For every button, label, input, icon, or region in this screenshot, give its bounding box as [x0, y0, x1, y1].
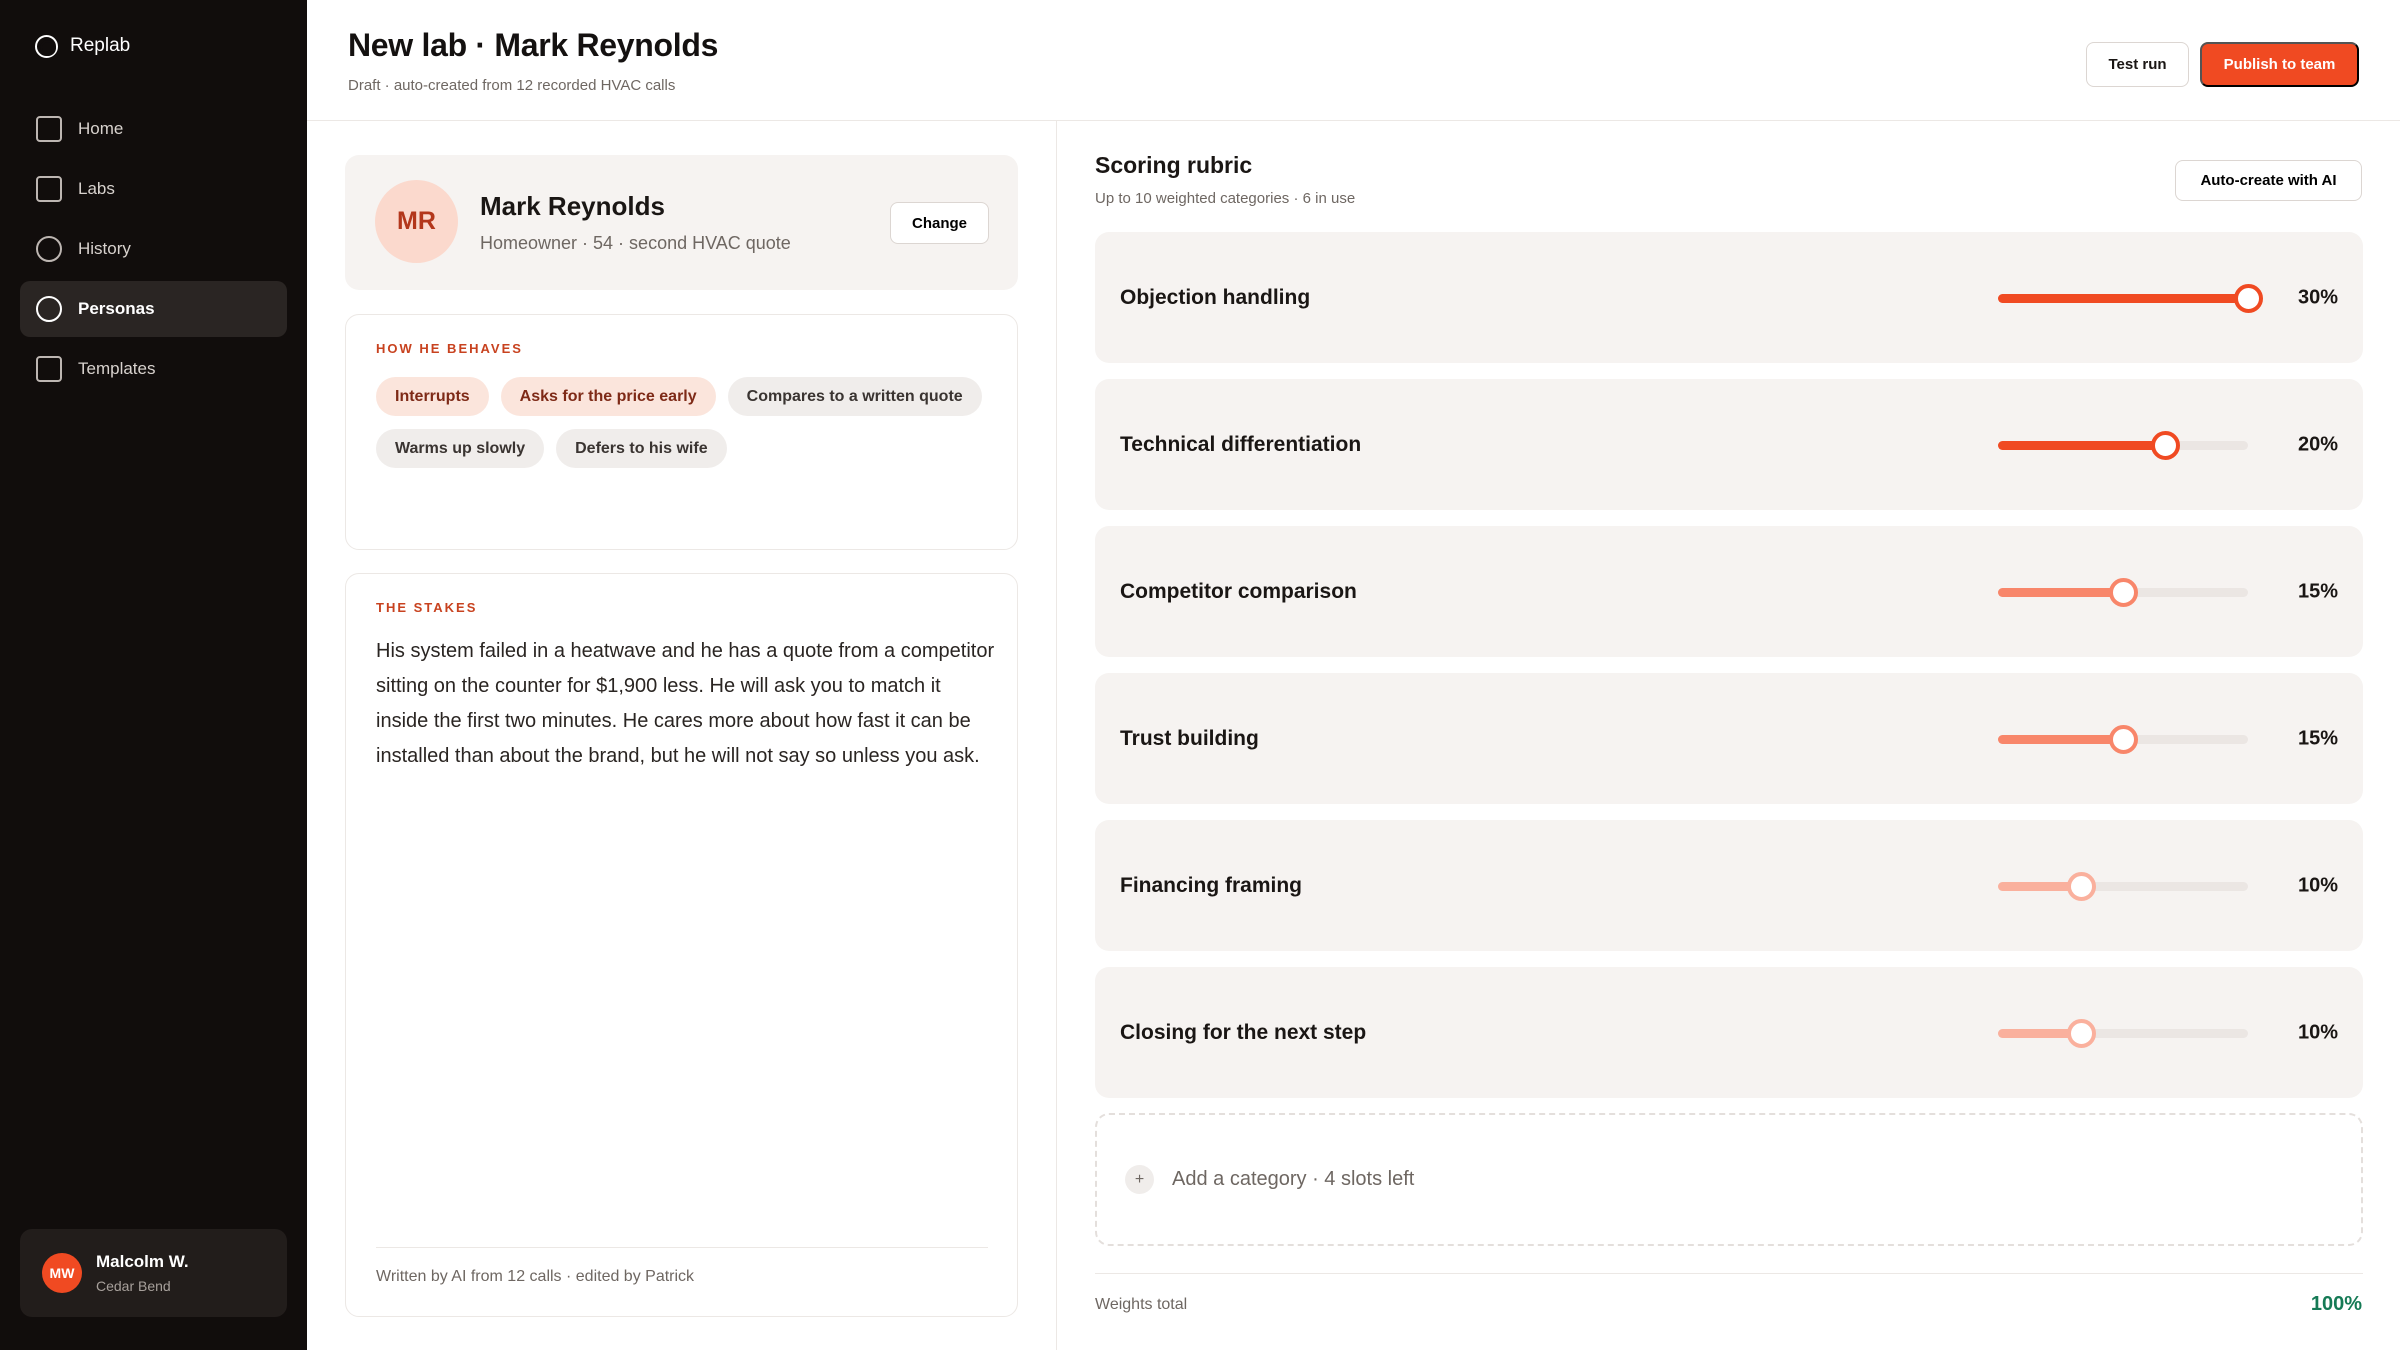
rubric-list: Objection handling 30% Technical different… [1095, 232, 2363, 1114]
plus-icon: + [1125, 1165, 1154, 1194]
persona-card: MR Mark Reynolds Homeowner · 54 · second… [345, 155, 1018, 290]
add-category-label: Add a category · 4 slots left [1172, 1168, 1415, 1190]
stakes-panel: THE STAKES His system failed in a heatwa… [345, 573, 1018, 1317]
weight-slider[interactable] [1998, 578, 2248, 607]
rubric-category-label: Financing framing [1120, 873, 1303, 897]
rubric-category-label: Closing for the next step [1120, 1020, 1367, 1044]
weight-slider-handle[interactable] [2067, 1019, 2097, 1048]
weights-total-value: 100% [2310, 1293, 2362, 1315]
sidebar: Replab Home Labs History Personas Templa… [0, 0, 307, 1350]
publish-button[interactable]: Publish to team [2200, 42, 2359, 87]
weight-slider-fill [1998, 735, 2123, 744]
sidebar-item-label: Labs [78, 179, 115, 198]
sidebar-item-personas[interactable]: Personas [20, 281, 287, 337]
replab-logo-icon [35, 34, 58, 58]
auto-create-button[interactable]: Auto-create with AI [2175, 160, 2362, 201]
user-org: Cedar Bend [96, 1278, 171, 1294]
brand[interactable]: Replab [35, 33, 130, 59]
avatar: MW [42, 1253, 82, 1293]
change-persona-button[interactable]: Change [890, 202, 989, 244]
behavior-chip[interactable]: Asks for the price early [500, 377, 716, 416]
personas-icon [36, 296, 62, 322]
behavior-chip[interactable]: Compares to a written quote [727, 377, 982, 416]
sidebar-item-label: Templates [78, 359, 156, 378]
weight-slider[interactable] [1998, 725, 2248, 754]
user-card[interactable]: MW Malcolm W. Cedar Bend [20, 1229, 287, 1317]
page-header: New lab · Mark Reynolds Draft · auto-cre… [307, 0, 2400, 121]
weight-value: 10% [2297, 874, 2338, 896]
sidebar-item-label: Home [78, 119, 124, 138]
weight-slider-handle[interactable] [2067, 872, 2097, 901]
rubric-category-label: Objection handling [1120, 285, 1311, 309]
weights-total-label: Weights total [1095, 1296, 1188, 1313]
add-category-button[interactable]: + Add a category · 4 slots left [1095, 1113, 2363, 1246]
sidebar-item-labs[interactable]: Labs [20, 161, 287, 217]
weight-value: 20% [2297, 433, 2338, 455]
rubric-subtitle: Up to 10 weighted categories · 6 in use [1095, 190, 1356, 207]
weight-slider[interactable] [1998, 1019, 2248, 1048]
rubric-row: Closing for the next step 10% [1095, 967, 2363, 1098]
rubric-row: Technical differentiation 20% [1095, 379, 2363, 510]
stakes-divider [376, 1247, 988, 1248]
stakes-heading: THE STAKES [376, 600, 478, 615]
sidebar-item-label: Personas [78, 299, 155, 318]
rubric-row: Trust building 15% [1095, 673, 2363, 804]
rubric-title: Scoring rubric [1095, 152, 1253, 178]
weight-slider[interactable] [1998, 284, 2263, 313]
weight-slider-fill [1998, 294, 2248, 303]
weight-value: 15% [2297, 580, 2338, 602]
weight-slider-handle[interactable] [2109, 578, 2138, 607]
rubric-category-label: Trust building [1120, 726, 1259, 750]
stakes-text[interactable]: His system failed in a heatwave and he h… [376, 634, 996, 774]
test-run-button[interactable]: Test run [2086, 42, 2189, 87]
persona-avatar: MR [375, 180, 458, 263]
behavior-chips: Interrupts Asks for the price early Comp… [376, 377, 996, 468]
history-icon [36, 236, 62, 262]
sidebar-item-home[interactable]: Home [20, 101, 287, 157]
persona-meta: Homeowner · 54 · second HVAC quote [480, 233, 791, 253]
weight-slider-fill [1998, 441, 2165, 450]
column-divider [1056, 121, 1057, 1350]
rubric-category-label: Competitor comparison [1120, 579, 1357, 603]
page-subtitle: Draft · auto-created from 12 recorded HV… [348, 77, 676, 94]
weight-value: 10% [2297, 1021, 2338, 1043]
sidebar-nav: Home Labs History Personas Templates [20, 101, 287, 401]
home-icon [36, 116, 62, 142]
behavior-chip[interactable]: Defers to his wife [556, 429, 727, 468]
sidebar-item-history[interactable]: History [20, 221, 287, 277]
persona-name: Mark Reynolds [480, 191, 665, 221]
page-title: New lab · Mark Reynolds [348, 27, 719, 63]
weight-slider-handle[interactable] [2150, 431, 2180, 460]
rubric-row: Objection handling 30% [1095, 232, 2363, 363]
brand-name: Replab [70, 35, 131, 56]
weight-slider-handle[interactable] [2109, 725, 2138, 754]
rubric-category-label: Technical differentiation [1120, 432, 1362, 456]
templates-icon [36, 356, 62, 382]
user-info: Malcolm W. Cedar Bend [96, 1252, 189, 1294]
behaviors-panel: HOW HE BEHAVES Interrupts Asks for the p… [345, 314, 1018, 550]
weight-value: 30% [2297, 286, 2338, 308]
sidebar-item-label: History [78, 239, 131, 258]
behavior-chip[interactable]: Interrupts [376, 377, 489, 416]
weight-slider-handle[interactable] [2234, 284, 2263, 313]
labs-icon [36, 176, 62, 202]
rubric-row: Financing framing 10% [1095, 820, 2363, 951]
weight-value: 15% [2297, 727, 2338, 749]
total-divider [1095, 1273, 2363, 1274]
rubric-row: Competitor comparison 15% [1095, 526, 2363, 657]
stakes-attribution: Written by AI from 12 calls · edited by … [376, 1268, 695, 1285]
weight-slider[interactable] [1998, 431, 2248, 460]
weight-slider[interactable] [1998, 872, 2248, 901]
weight-slider-fill [1998, 588, 2123, 597]
user-name: Malcolm W. [96, 1252, 189, 1271]
behaviors-heading: HOW HE BEHAVES [376, 341, 523, 356]
sidebar-item-templates[interactable]: Templates [20, 341, 287, 397]
behavior-chip[interactable]: Warms up slowly [376, 429, 545, 468]
